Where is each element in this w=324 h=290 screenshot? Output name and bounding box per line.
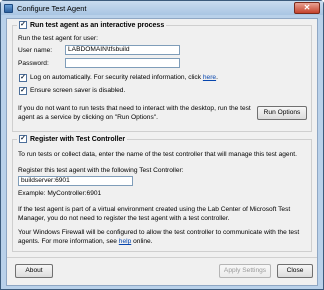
run-as-label: Run the test agent for user: xyxy=(18,35,98,42)
disable-screensaver-checkbox[interactable]: ✓ xyxy=(19,87,27,95)
run-options-button[interactable]: Run Options xyxy=(257,106,307,120)
register-label: Register this test agent with the follow… xyxy=(18,167,184,174)
user-name-field[interactable]: LABDOMAIN\tfsbuild xyxy=(65,45,180,55)
interactive-process-header: ✓ Run test agent as an interactive proce… xyxy=(17,21,167,29)
footer-divider xyxy=(7,257,317,258)
run-options-note-line2: agent as a service by clicking on "Run O… xyxy=(18,114,158,121)
configure-test-agent-window: Configure Test Agent ✕ ✓ Run test agent … xyxy=(0,0,324,290)
app-icon xyxy=(4,3,13,13)
password-label: Password: xyxy=(18,60,49,67)
controller-example-text: Example: MyController:6901 xyxy=(18,190,102,197)
firewall-help-link[interactable]: help xyxy=(119,238,131,245)
close-button[interactable]: Close xyxy=(277,264,313,278)
test-controller-heading: Register with Test Controller xyxy=(30,135,126,143)
security-info-link[interactable]: here xyxy=(203,74,216,81)
firewall-note-line2: agents. For more information, see help o… xyxy=(18,238,153,245)
test-controller-group: ✓ Register with Test Controller To run t… xyxy=(12,135,312,252)
run-options-note-line1: If you do not want to run tests that nee… xyxy=(18,105,251,112)
test-controller-header: ✓ Register with Test Controller xyxy=(17,135,128,143)
interactive-process-heading: Run test agent as an interactive process xyxy=(30,21,165,29)
test-controller-field[interactable]: buildserver:6901 xyxy=(18,176,133,186)
register-controller-checkbox[interactable]: ✓ xyxy=(19,135,27,143)
title-bar[interactable]: Configure Test Agent ✕ xyxy=(1,1,323,15)
interactive-process-checkbox[interactable]: ✓ xyxy=(19,21,27,29)
about-button[interactable]: About xyxy=(15,264,53,278)
password-field[interactable] xyxy=(65,58,180,68)
log-on-automatically-period: . xyxy=(216,74,218,81)
window-title: Configure Test Agent xyxy=(17,3,87,13)
lab-center-note-line1: If the test agent is part of a virtual e… xyxy=(18,206,291,213)
controller-intro-text: To run tests or collect data, enter the … xyxy=(18,151,297,158)
dialog-client-area: ✓ Run test agent as an interactive proce… xyxy=(6,18,318,286)
firewall-note-text: agents. For more information, see xyxy=(18,238,117,245)
user-name-label: User name: xyxy=(18,47,53,54)
log-on-automatically-label: Log on automatically. For security relat… xyxy=(30,74,218,81)
lab-center-note-line2: Manager, you do not need to register the… xyxy=(18,215,230,222)
log-on-automatically-checkbox[interactable]: ✓ xyxy=(19,74,27,82)
disable-screensaver-label: Ensure screen saver is disabled. xyxy=(30,87,126,94)
interactive-process-group: ✓ Run test agent as an interactive proce… xyxy=(12,21,312,132)
close-window-icon[interactable]: ✕ xyxy=(294,2,320,14)
apply-settings-button[interactable]: Apply Settings xyxy=(219,264,271,278)
firewall-note-line1: Your Windows Firewall will be configured… xyxy=(18,229,300,236)
firewall-note-suffix: online. xyxy=(133,238,153,245)
log-on-automatically-text: Log on automatically. For security relat… xyxy=(30,74,202,81)
